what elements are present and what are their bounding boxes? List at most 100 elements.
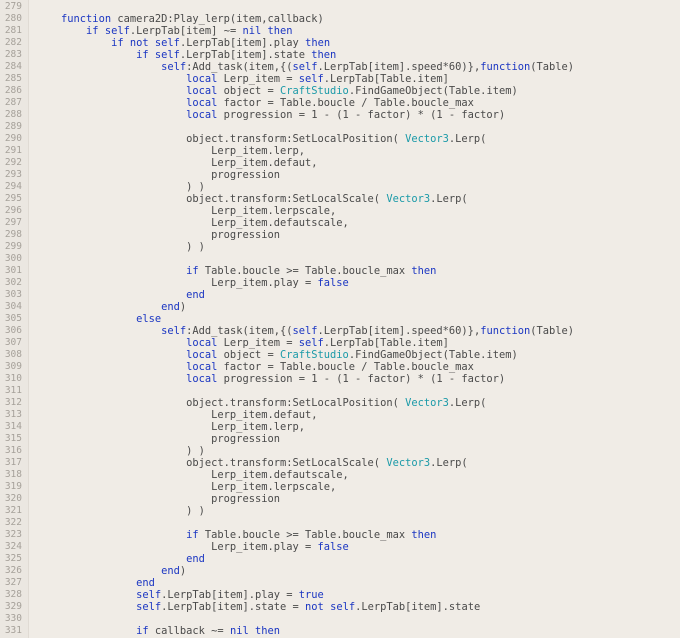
line-number: 290 bbox=[4, 133, 22, 144]
code-token: object.transform:SetLocalScale( bbox=[36, 193, 387, 205]
code-line[interactable]: 312 object.transform:SetLocalPosition( V… bbox=[0, 397, 680, 409]
code-line[interactable]: 327 end bbox=[0, 577, 680, 589]
code-line[interactable]: 307 local Lerp_item = self.LerpTab[Table… bbox=[0, 337, 680, 349]
code-line[interactable]: 313 Lerp_item.defaut, bbox=[0, 409, 680, 421]
code-line[interactable]: 305 else bbox=[0, 313, 680, 325]
code-line[interactable]: 281 if self.LerpTab[item] ~= nil then bbox=[0, 25, 680, 37]
code-line[interactable]: 290 object.transform:SetLocalPosition( V… bbox=[0, 133, 680, 145]
code-line[interactable]: 302 Lerp_item.play = false bbox=[0, 277, 680, 289]
code-line[interactable]: 321 ) ) bbox=[0, 505, 680, 517]
keyword-token: then bbox=[411, 529, 437, 541]
code-editor[interactable]: 279 280 function camera2D:Play_lerp(item,… bbox=[0, 0, 680, 638]
code-line[interactable]: 331 if callback ~= nil then bbox=[0, 625, 680, 637]
code-line[interactable]: 299 ) ) bbox=[0, 241, 680, 253]
line-text: local factor = Table.boucle / Table.bouc… bbox=[36, 97, 474, 109]
line-number: 279 bbox=[4, 1, 22, 12]
line-text: local progression = 1 - (1 - factor) * (… bbox=[36, 109, 505, 121]
code-line[interactable]: 287 local factor = Table.boucle / Table.… bbox=[0, 97, 680, 109]
line-text: if Table.boucle >= Table.boucle_max then bbox=[36, 265, 436, 277]
code-line[interactable]: 280 function camera2D:Play_lerp(item,cal… bbox=[0, 13, 680, 25]
code-line[interactable]: 330 bbox=[0, 613, 680, 625]
code-line[interactable]: 292 Lerp_item.defaut, bbox=[0, 157, 680, 169]
code-line[interactable]: 324 Lerp_item.play = false bbox=[0, 541, 680, 553]
builtin-token: CraftStudio bbox=[279, 85, 349, 97]
code-token: progression bbox=[36, 493, 280, 505]
keyword-token: then bbox=[311, 49, 337, 61]
code-token: progression = 1 - (1 - factor) * (1 - fa… bbox=[217, 373, 506, 385]
code-line[interactable]: 320 progression bbox=[0, 493, 680, 505]
code-line[interactable]: 322 bbox=[0, 517, 680, 529]
code-line[interactable]: 315 progression bbox=[0, 433, 680, 445]
code-line[interactable]: 288 local progression = 1 - (1 - factor)… bbox=[0, 109, 680, 121]
code-line[interactable]: 293 progression bbox=[0, 169, 680, 181]
line-text: object.transform:SetLocalPosition( Vecto… bbox=[36, 133, 486, 145]
code-line[interactable]: 328 self.LerpTab[item].play = true bbox=[0, 589, 680, 601]
line-number: 323 bbox=[4, 529, 22, 540]
code-line[interactable]: 308 local object = CraftStudio.FindGameO… bbox=[0, 349, 680, 361]
code-line[interactable]: 301 if Table.boucle >= Table.boucle_max … bbox=[0, 265, 680, 277]
code-line[interactable]: 325 end bbox=[0, 553, 680, 565]
code-token: ) ) bbox=[36, 505, 205, 517]
code-line[interactable]: 298 progression bbox=[0, 229, 680, 241]
code-line[interactable]: 285 local Lerp_item = self.LerpTab[Table… bbox=[0, 73, 680, 85]
code-line[interactable]: 318 Lerp_item.defautscale, bbox=[0, 469, 680, 481]
code-token: (Table) bbox=[530, 325, 575, 337]
builtin-token: Vector3 bbox=[405, 397, 449, 409]
code-line[interactable]: 306 self:Add_task(item,{(self.LerpTab[it… bbox=[0, 325, 680, 337]
line-number: 293 bbox=[4, 169, 22, 180]
keyword-token: false bbox=[317, 541, 349, 553]
line-number: 324 bbox=[4, 541, 22, 552]
code-line[interactable]: 295 object.transform:SetLocalScale( Vect… bbox=[0, 193, 680, 205]
code-line[interactable]: 323 if Table.boucle >= Table.boucle_max … bbox=[0, 529, 680, 541]
line-text: progression bbox=[36, 433, 280, 445]
keyword-token: if bbox=[136, 49, 149, 61]
line-number: 316 bbox=[4, 445, 22, 456]
code-token: ) ) bbox=[36, 241, 205, 253]
line-text: self.LerpTab[item].play = true bbox=[36, 589, 324, 601]
code-line[interactable]: 294 ) ) bbox=[0, 181, 680, 193]
keyword-token: local bbox=[186, 109, 218, 121]
code-token: .LerpTab[item].speed*60)}, bbox=[317, 61, 481, 73]
line-text: end bbox=[36, 577, 155, 589]
line-text: Lerp_item.lerpscale, bbox=[36, 481, 336, 493]
code-line[interactable]: 284 self:Add_task(item,{(self.LerpTab[it… bbox=[0, 61, 680, 73]
code-token: .LerpTab[item].state = bbox=[161, 601, 306, 613]
code-line[interactable]: 289 bbox=[0, 121, 680, 133]
code-token: object = bbox=[217, 85, 280, 97]
code-line[interactable]: 316 ) ) bbox=[0, 445, 680, 457]
code-line[interactable]: 314 Lerp_item.lerp, bbox=[0, 421, 680, 433]
code-line[interactable]: 317 object.transform:SetLocalScale( Vect… bbox=[0, 457, 680, 469]
code-token: Lerp_item.defaut, bbox=[36, 157, 318, 169]
code-line[interactable]: 311 bbox=[0, 385, 680, 397]
code-line[interactable]: 303 end bbox=[0, 289, 680, 301]
code-line[interactable]: 326 end) bbox=[0, 565, 680, 577]
code-line[interactable]: 286 local object = CraftStudio.FindGameO… bbox=[0, 85, 680, 97]
code-line[interactable]: 329 self.LerpTab[item].state = not self.… bbox=[0, 601, 680, 613]
code-line[interactable]: 309 local factor = Table.boucle / Table.… bbox=[0, 361, 680, 373]
code-line[interactable]: 310 local progression = 1 - (1 - factor)… bbox=[0, 373, 680, 385]
code-token: object.transform:SetLocalScale( bbox=[36, 457, 387, 469]
keyword-token: if bbox=[136, 625, 149, 637]
code-line[interactable]: 300 bbox=[0, 253, 680, 265]
code-line[interactable]: 297 Lerp_item.defautscale, bbox=[0, 217, 680, 229]
code-line[interactable]: 282 if not self.LerpTab[item].play then bbox=[0, 37, 680, 49]
code-token: Lerp_item = bbox=[217, 337, 299, 349]
code-token: Lerp_item.play = bbox=[36, 277, 318, 289]
line-number: 295 bbox=[4, 193, 22, 204]
keyword-token: if bbox=[186, 265, 199, 277]
code-line[interactable]: 279 bbox=[0, 1, 680, 13]
line-text: ) ) bbox=[36, 241, 205, 253]
code-line[interactable]: 283 if self.LerpTab[item].state then bbox=[0, 49, 680, 61]
code-line[interactable]: 291 Lerp_item.lerp, bbox=[0, 145, 680, 157]
code-line[interactable]: 319 Lerp_item.lerpscale, bbox=[0, 481, 680, 493]
code-line[interactable]: 296 Lerp_item.lerpscale, bbox=[0, 205, 680, 217]
line-number: 330 bbox=[4, 613, 22, 624]
line-text: end bbox=[36, 289, 205, 301]
code-token: progression bbox=[36, 433, 280, 445]
code-line[interactable]: 304 end) bbox=[0, 301, 680, 313]
